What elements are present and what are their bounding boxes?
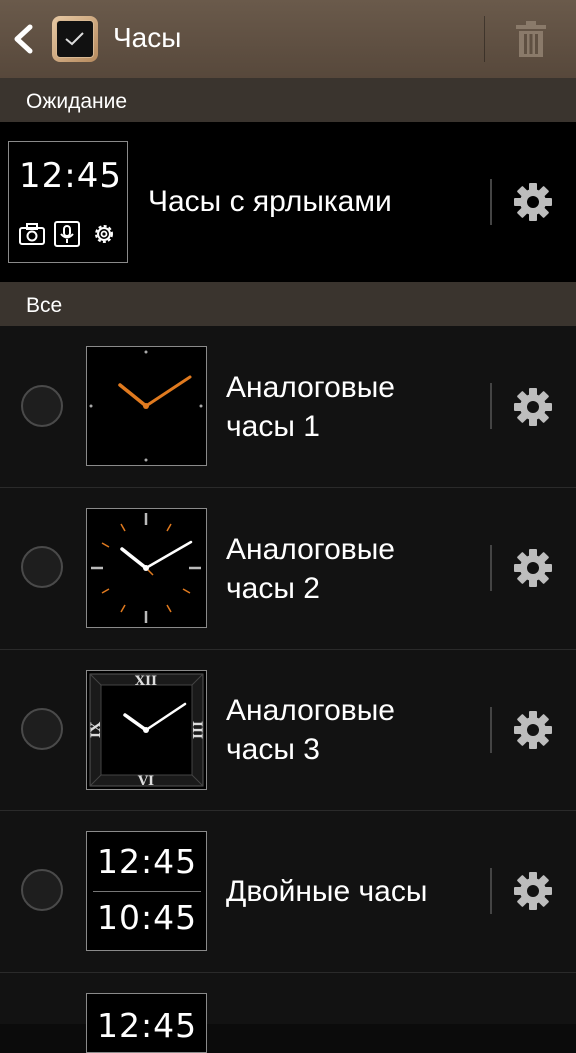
radio-button[interactable] (21, 546, 63, 588)
clock-label: Двойные часы (226, 875, 428, 908)
page-title: Часы (113, 22, 182, 53)
row-divider (490, 707, 492, 753)
analog-clock-1-thumbnail (86, 346, 207, 466)
gear-icon[interactable] (513, 182, 553, 222)
app-bar: Часы (0, 0, 576, 78)
trash-icon[interactable] (514, 20, 548, 58)
section-label-standby: Ожидание (26, 90, 128, 113)
partial-time: 12:45 (97, 1006, 198, 1045)
row-divider (490, 545, 492, 591)
clock-label-line1: Аналоговые (226, 533, 395, 566)
dual-divider (93, 891, 201, 892)
settings-small-icon (95, 225, 113, 243)
svg-text:IX: IX (89, 721, 104, 738)
standby-clock-label: Часы с ярлыками (148, 185, 392, 218)
radio-button[interactable] (21, 869, 63, 911)
row-divider (490, 868, 492, 914)
clock-row-analog-3[interactable]: XII VI IX III Аналоговые часы 3 (0, 650, 576, 810)
dual-time-1: 12:45 (97, 842, 198, 881)
section-header-standby: Ожидание (0, 78, 576, 122)
standby-clock-row[interactable]: 12:45 Часы с ярлыками (0, 122, 576, 282)
row-divider (490, 179, 492, 225)
clock-label-line2: часы 2 (226, 572, 320, 605)
dual-time-2: 10:45 (97, 898, 198, 937)
analog-clock-2-thumbnail (86, 508, 207, 628)
voice-icon (54, 221, 80, 247)
radio-button[interactable] (21, 708, 63, 750)
clock-row-dual[interactable]: 12:45 10:45 Двойные часы (0, 811, 576, 972)
clock-row-partial[interactable]: 12:45 (0, 973, 576, 1053)
analog-clock-3-thumbnail: XII VI IX III (86, 670, 207, 790)
back-arrow-icon[interactable] (10, 24, 38, 54)
gear-icon[interactable] (513, 710, 553, 750)
clock-label-line1: Аналоговые (226, 371, 395, 404)
shortcut-clock-thumbnail: 12:45 (8, 141, 128, 263)
thumb-time: 12:45 (19, 156, 122, 196)
gear-icon[interactable] (513, 871, 553, 911)
radio-button[interactable] (21, 385, 63, 427)
dual-clock-thumbnail: 12:45 10:45 (86, 831, 207, 951)
section-header-all: Все (0, 282, 576, 326)
clock-label-line1: Аналоговые (226, 694, 395, 727)
section-label-all: Все (26, 294, 63, 317)
gear-icon[interactable] (513, 387, 553, 427)
row-divider (490, 383, 492, 429)
clock-row-analog-1[interactable]: Аналоговые часы 1 (0, 326, 576, 487)
clock-label-line2: часы 3 (226, 733, 320, 766)
svg-text:VI: VI (137, 774, 154, 789)
clock-app-icon (52, 16, 98, 62)
gear-icon[interactable] (513, 548, 553, 588)
digital-clock-thumbnail: 12:45 (86, 993, 207, 1053)
clock-label-line2: часы 1 (226, 410, 320, 443)
appbar-divider (484, 16, 485, 62)
clock-row-analog-2[interactable]: Аналоговые часы 2 (0, 488, 576, 649)
svg-text:XII: XII (135, 674, 157, 689)
camera-icon (19, 223, 45, 245)
svg-text:III: III (189, 721, 204, 739)
